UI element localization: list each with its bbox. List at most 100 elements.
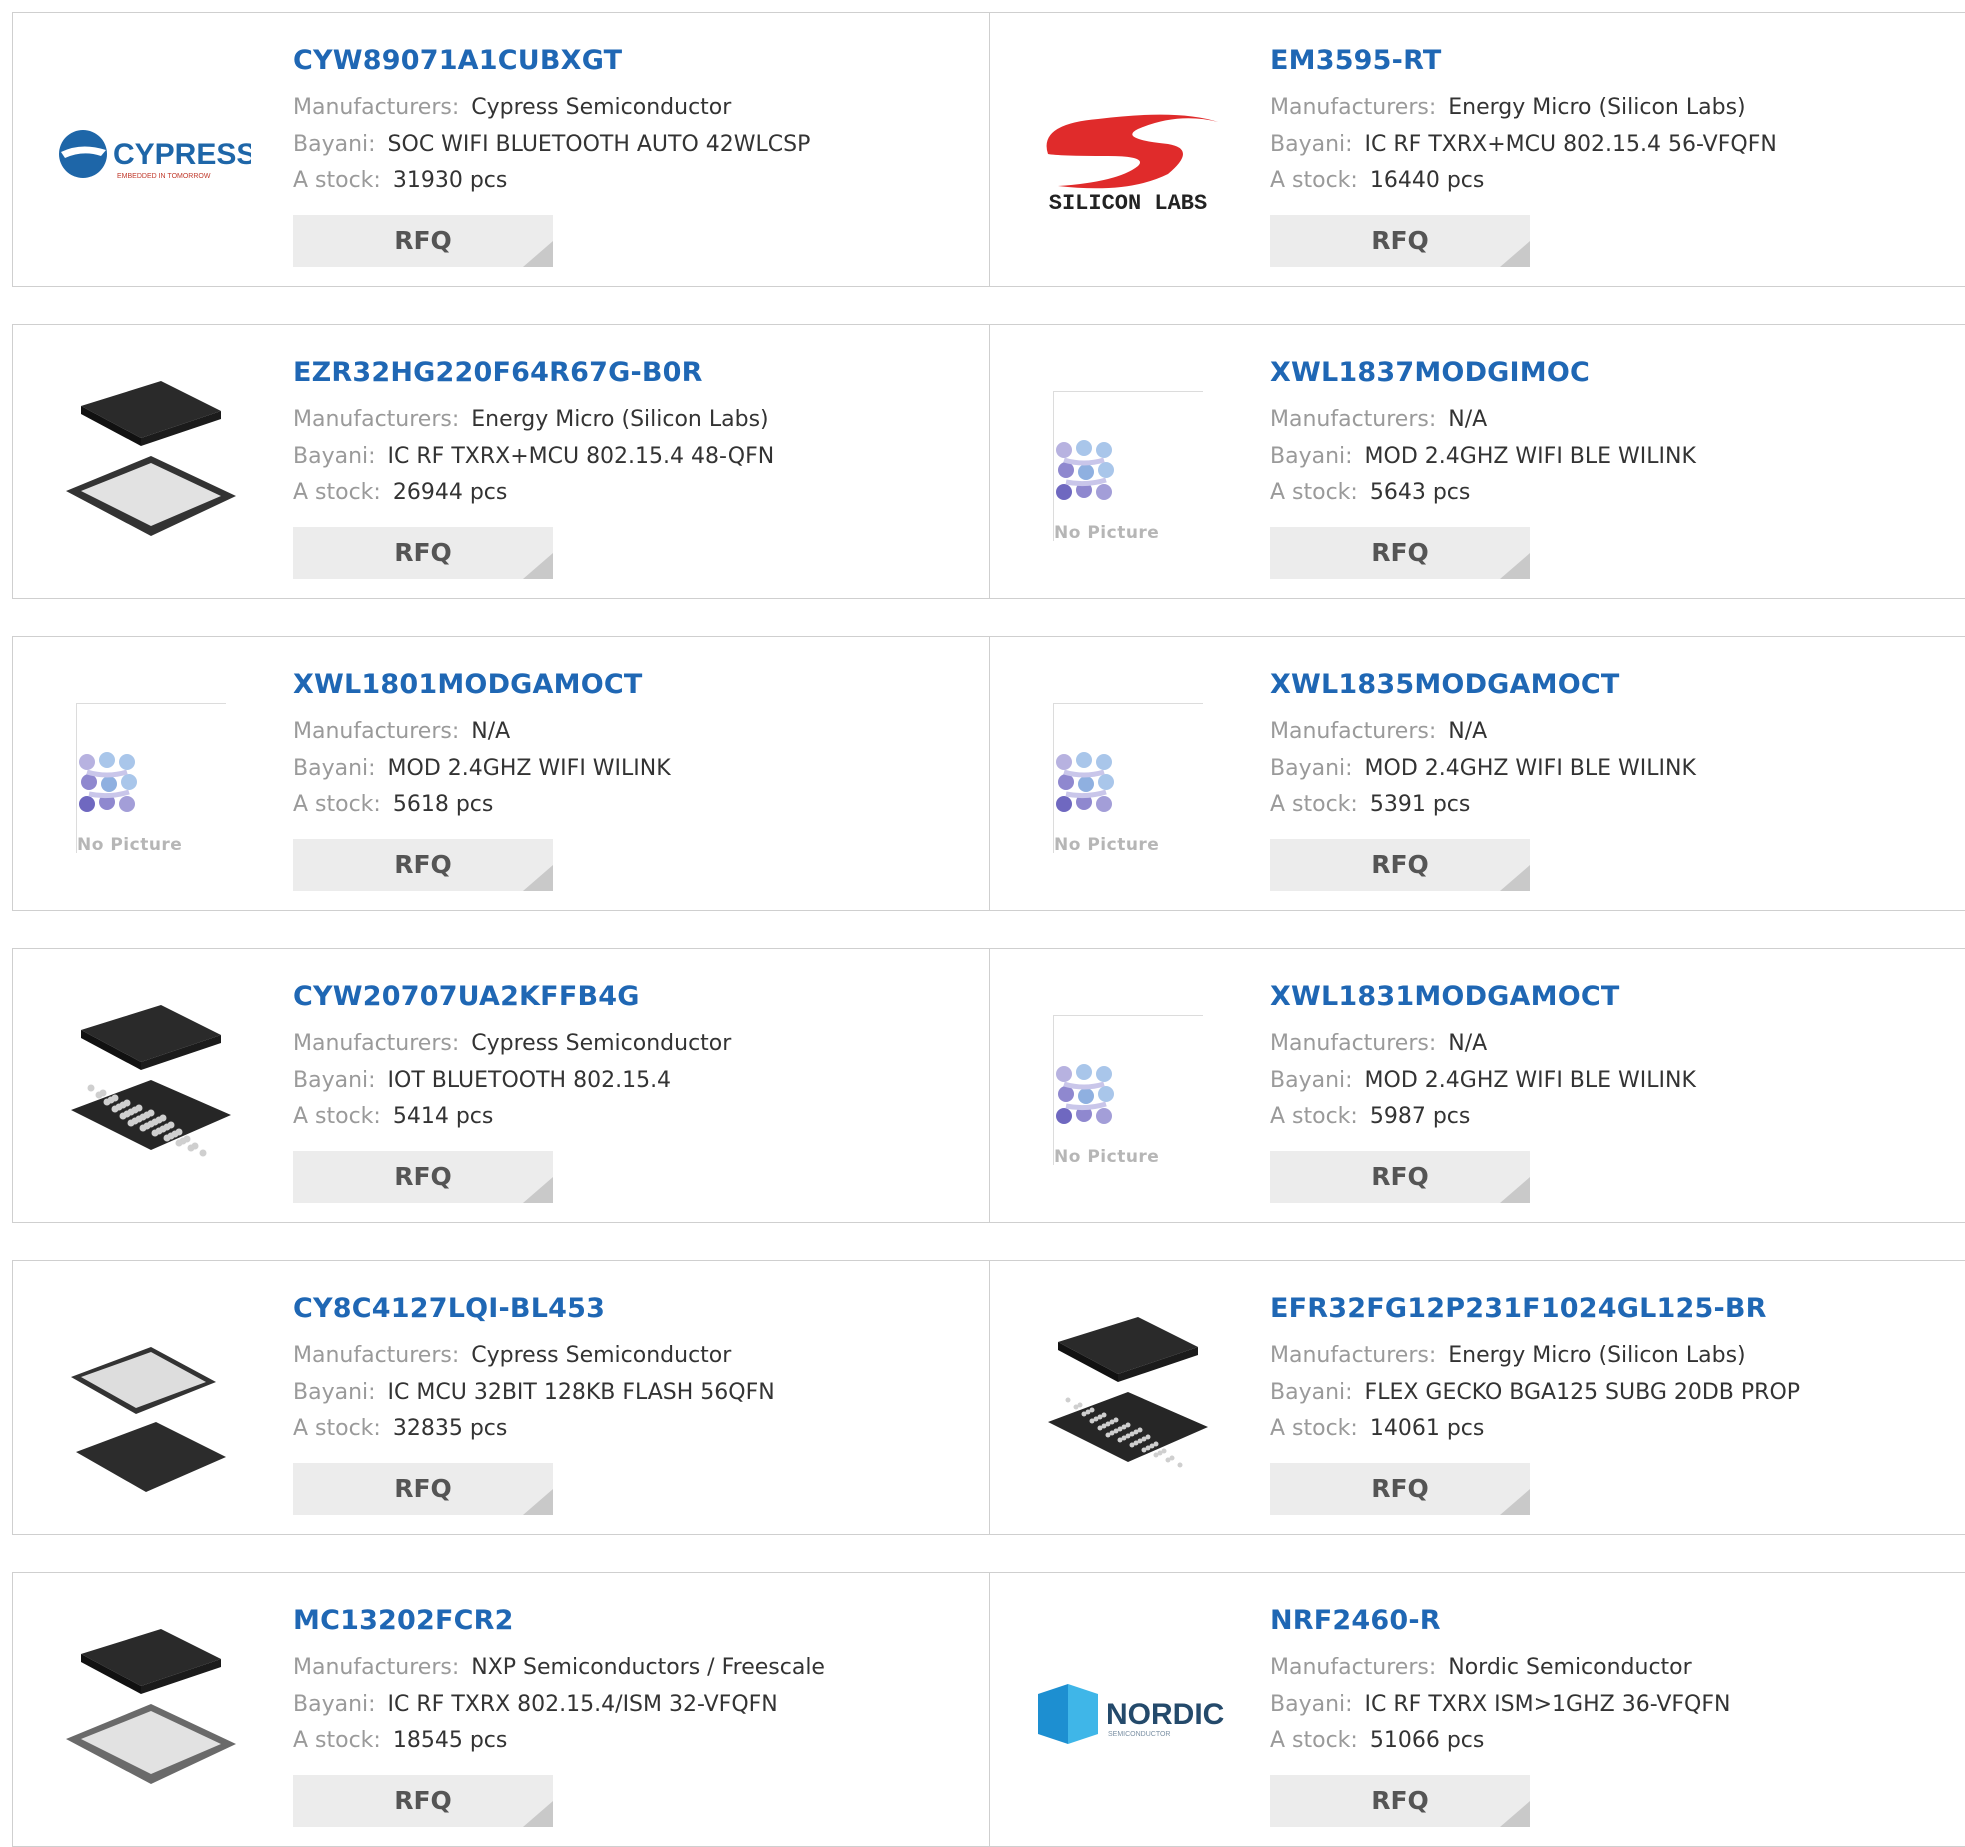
rfq-button[interactable]: RFQ [293,839,553,891]
rfq-button[interactable]: RFQ [293,1775,553,1827]
manufacturer-label: Manufacturers: [293,407,460,432]
description-row: Bayani: IOT BLUETOOTH 802.15.4 [293,1066,671,1096]
silicon-labs-logo: SILICON LABS [1046,114,1218,214]
stock-value: 5987 pcs [1369,1104,1471,1129]
manufacturer-label: Manufacturers: [1270,95,1437,120]
description-row: Bayani: IC RF TXRX+MCU 802.15.4 48-QFN [293,442,774,472]
description-row: Bayani: MOD 2.4GHZ WIFI BLE WILINK [1270,1066,1696,1096]
description-value: IC RF TXRX 802.15.4/ISM 32-VFQFN [387,1692,778,1717]
part-number-link[interactable]: XWL1837MODGIMOC [1270,357,1590,388]
manufacturer-label: Manufacturers: [1270,719,1437,744]
product-card: MC13202FCR2 Manufacturers: NXP Semiconduc… [12,1572,991,1847]
stock-label: A stock: [1270,792,1358,817]
product-image[interactable] [51,1614,251,1814]
rfq-button[interactable]: RFQ [293,527,553,579]
product-image[interactable] [51,366,251,566]
rfq-button[interactable]: RFQ [1270,527,1530,579]
chip-image [71,1347,226,1492]
rfq-button[interactable]: RFQ [293,215,553,267]
manufacturer-row: Manufacturers: Energy Micro (Silicon Labs… [1270,93,1746,123]
manufacturer-value: Cypress Semiconductor [471,95,732,120]
manufacturer-value: N/A [1448,719,1488,744]
manufacturer-row: Manufacturers: NXP Semiconductors / Frees… [293,1653,825,1683]
part-number-link[interactable]: CYW20707UA2KFFB4G [293,981,640,1012]
part-number-link[interactable]: MC13202FCR2 [293,1605,514,1636]
description-value: IC RF TXRX+MCU 802.15.4 56-VFQFN [1364,132,1777,157]
stock-row: A stock: 5414 pcs [293,1102,493,1132]
svg-text:EMBEDDED IN TOMORROW: EMBEDDED IN TOMORROW [117,173,211,180]
stock-row: A stock: 26944 pcs [293,478,507,508]
product-image[interactable]: NORDIC SEMICONDUCTOR [1028,1614,1228,1814]
product-image[interactable]: No Picture [1028,366,1228,566]
no-picture-label: No Picture [77,835,189,855]
no-picture-icon [79,752,137,812]
manufacturer-row: Manufacturers: Cypress Semiconductor [293,93,731,123]
product-card: No Picture XWL1801MODGAMOCT Manufacturer… [12,636,991,911]
stock-value: 26944 pcs [392,480,508,505]
part-number-link[interactable]: NRF2460-R [1270,1605,1441,1636]
rfq-button[interactable]: RFQ [293,1151,553,1203]
part-number-link[interactable]: CY8C4127LQI-BL453 [293,1293,605,1324]
product-card: No Picture XWL1835MODGAMOCT Manufacturer… [989,636,1965,911]
part-number-link[interactable]: EZR32HG220F64R67G-B0R [293,357,703,388]
rfq-button[interactable]: RFQ [1270,1151,1530,1203]
manufacturer-label: Manufacturers: [1270,1343,1437,1368]
product-image[interactable] [1028,1302,1228,1502]
description-value: MOD 2.4GHZ WIFI WILINK [387,756,671,781]
product-image[interactable] [51,990,251,1190]
stock-label: A stock: [1270,1104,1358,1129]
part-number-link[interactable]: CYW89071A1CUBXGT [293,45,622,76]
description-row: Bayani: IC MCU 32BIT 128KB FLASH 56QFN [293,1378,775,1408]
manufacturer-row: Manufacturers: N/A [293,717,510,747]
svg-text:NORDIC: NORDIC [1106,1698,1224,1731]
description-value: IOT BLUETOOTH 802.15.4 [387,1068,672,1093]
rfq-button[interactable]: RFQ [1270,215,1530,267]
manufacturer-row: Manufacturers: Nordic Semiconductor [1270,1653,1692,1683]
stock-label: A stock: [293,1416,381,1441]
description-label: Bayani: [1270,1692,1353,1717]
chip-image [71,1005,231,1157]
rfq-button[interactable]: RFQ [1270,839,1530,891]
product-image[interactable]: No Picture [1028,678,1228,878]
part-number-link[interactable]: XWL1835MODGAMOCT [1270,669,1620,700]
no-picture-placeholder: No Picture [76,703,226,855]
manufacturer-value: NXP Semiconductors / Freescale [471,1655,825,1680]
description-row: Bayani: FLEX GECKO BGA125 SUBG 20DB PROP [1270,1378,1800,1408]
manufacturer-label: Manufacturers: [293,1031,460,1056]
no-picture-label: No Picture [1054,523,1166,543]
product-image[interactable] [51,1302,251,1502]
stock-value: 5643 pcs [1369,480,1471,505]
manufacturer-label: Manufacturers: [1270,1655,1437,1680]
product-image[interactable]: No Picture [51,678,251,878]
manufacturer-label: Manufacturers: [293,95,460,120]
stock-label: A stock: [1270,168,1358,193]
product-image[interactable]: SILICON LABS [1028,54,1228,254]
description-label: Bayani: [293,756,376,781]
svg-text:SILICON LABS: SILICON LABS [1049,191,1207,214]
stock-row: A stock: 31930 pcs [293,166,507,196]
description-label: Bayani: [1270,756,1353,781]
stock-value: 5391 pcs [1369,792,1471,817]
part-number-link[interactable]: XWL1801MODGAMOCT [293,669,643,700]
stock-row: A stock: 5987 pcs [1270,1102,1470,1132]
stock-row: A stock: 18545 pcs [293,1726,507,1756]
stock-row: A stock: 5643 pcs [1270,478,1470,508]
stock-row: A stock: 14061 pcs [1270,1414,1484,1444]
product-card: No Picture XWL1831MODGAMOCT Manufacturer… [989,948,1965,1223]
part-number-link[interactable]: EFR32FG12P231F1024GL125-BR [1270,1293,1767,1324]
manufacturer-label: Manufacturers: [293,1343,460,1368]
product-image[interactable]: No Picture [1028,990,1228,1190]
rfq-button[interactable]: RFQ [1270,1463,1530,1515]
rfq-button[interactable]: RFQ [1270,1775,1530,1827]
part-number-link[interactable]: EM3595-RT [1270,45,1441,76]
description-label: Bayani: [1270,1068,1353,1093]
description-value: MOD 2.4GHZ WIFI BLE WILINK [1364,756,1696,781]
description-value: IC MCU 32BIT 128KB FLASH 56QFN [387,1380,775,1405]
manufacturer-row: Manufacturers: N/A [1270,405,1487,435]
rfq-button[interactable]: RFQ [293,1463,553,1515]
product-grid: CYPRESS EMBEDDED IN TOMORROW CYW89071A1CU… [0,0,1965,1847]
stock-row: A stock: 16440 pcs [1270,166,1484,196]
part-number-link[interactable]: XWL1831MODGAMOCT [1270,981,1620,1012]
description-value: SOC WIFI BLUETOOTH AUTO 42WLCSP [387,132,811,157]
product-image[interactable]: CYPRESS EMBEDDED IN TOMORROW [51,54,251,254]
